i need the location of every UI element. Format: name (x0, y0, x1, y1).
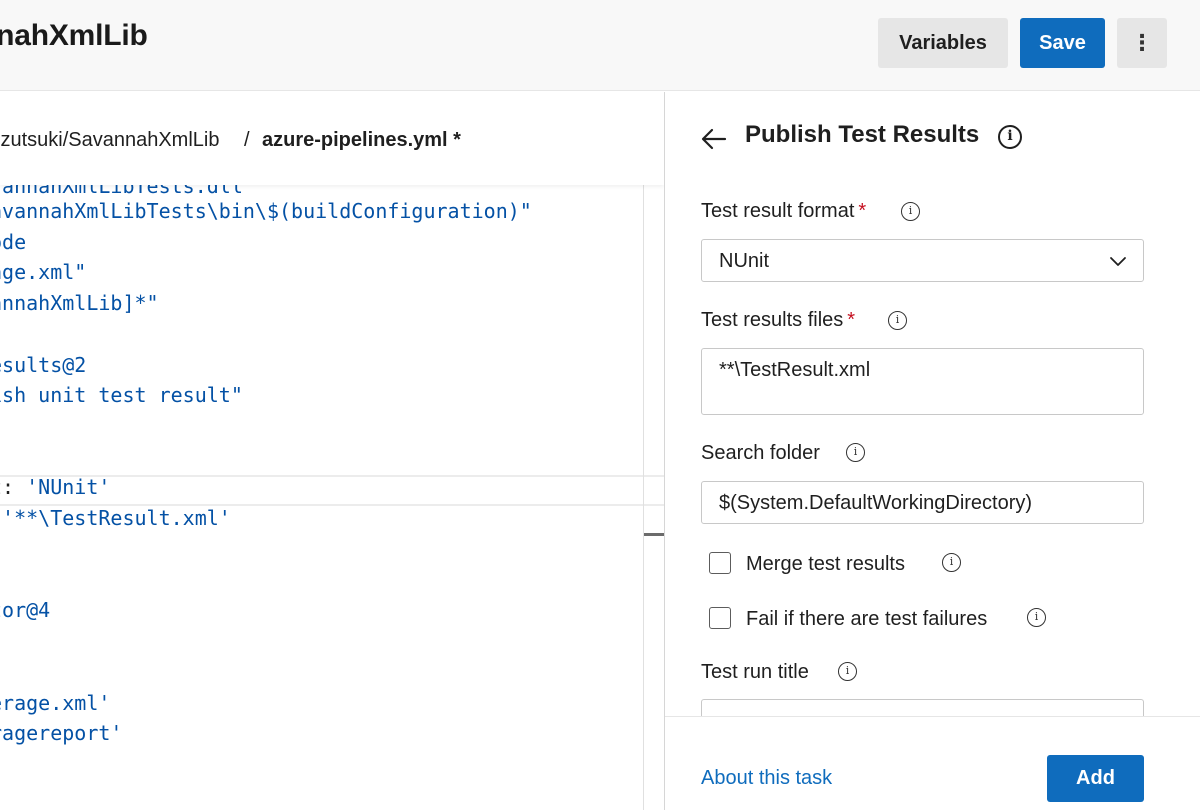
add-button[interactable]: Add (1047, 755, 1144, 802)
files-label: Test results files * (701, 309, 856, 331)
more-options-icon[interactable]: ⋮ (1117, 18, 1167, 68)
arrow-left-icon[interactable] (701, 126, 727, 152)
merge-test-results-label[interactable]: Merge test results (746, 553, 905, 576)
code-line[interactable]: ish unit test result" (0, 380, 243, 410)
code-line[interactable]: ragereport' (0, 718, 122, 748)
info-icon[interactable]: i (846, 443, 865, 462)
info-icon[interactable]: i (998, 125, 1022, 149)
code-line[interactable]: '**\TestResult.xml' (0, 503, 231, 533)
format-selected-value: NUnit (719, 250, 770, 272)
task-assistant-panel: Publish Test Results i Test result forma… (664, 92, 1200, 810)
merge-test-results-checkbox[interactable] (709, 552, 731, 574)
info-icon[interactable]: i (1027, 608, 1046, 627)
info-icon[interactable]: i (838, 662, 857, 681)
variables-button[interactable]: Variables (878, 18, 1008, 68)
format-label: Test result format * (701, 200, 867, 222)
search-folder-input[interactable]: $(System.DefaultWorkingDirectory) (701, 481, 1144, 524)
test-results-files-textarea[interactable]: **\TestResult.xml (701, 348, 1144, 415)
breadcrumb-file: azure-pipelines.yml * (262, 129, 461, 151)
folder-value: $(System.DefaultWorkingDirectory) (719, 492, 1033, 514)
code-line[interactable]: age.xml" (0, 257, 86, 287)
fail-on-test-failures-checkbox[interactable] (709, 607, 731, 629)
code-line[interactable]: avannahXmlLibTests\bin\$(buildConfigurat… (0, 196, 532, 226)
info-icon[interactable]: i (901, 202, 920, 221)
code-line[interactable]: t: 'NUnit' (0, 472, 110, 502)
panel-footer: About this task Add (665, 716, 1200, 810)
info-icon[interactable]: i (942, 553, 961, 572)
search-folder-label: Search folder (701, 442, 820, 464)
pipeline-title: nnahXmlLib (0, 19, 148, 52)
save-button[interactable]: Save (1020, 18, 1105, 68)
about-this-task-link[interactable]: About this task (701, 767, 832, 790)
code-editor[interactable]: vannahXmlLibTests.dll avannahXmlLibTests… (0, 174, 644, 810)
code-line[interactable]: esults@2 (0, 350, 86, 380)
yaml-editor-pane: izutsuki/SavannahXmlLib / azure-pipeline… (0, 92, 664, 810)
test-run-title-label: Test run title (701, 661, 809, 683)
info-icon[interactable]: i (888, 311, 907, 330)
code-line[interactable]: tor@4 (0, 595, 50, 625)
fail-on-test-failures-label[interactable]: Fail if there are test failures (746, 608, 987, 631)
code-line[interactable]: annahXmlLib]*" (0, 288, 159, 318)
breadcrumb-repo[interactable]: izutsuki/SavannahXmlLib (0, 129, 219, 152)
top-bar: nnahXmlLib Variables Save ⋮ (0, 0, 1200, 91)
panel-title: Publish Test Results (745, 121, 980, 148)
breadcrumb: izutsuki/SavannahXmlLib / azure-pipeline… (0, 92, 664, 185)
test-result-format-select[interactable]: NUnit (701, 239, 1144, 282)
code-line[interactable]: ode (0, 227, 26, 257)
files-value: **\TestResult.xml (719, 359, 871, 381)
chevron-down-icon (1110, 257, 1126, 266)
breadcrumb-separator: / (244, 129, 250, 151)
editor-scrollbar[interactable] (644, 533, 664, 536)
code-line[interactable]: erage.xml' (0, 688, 110, 718)
